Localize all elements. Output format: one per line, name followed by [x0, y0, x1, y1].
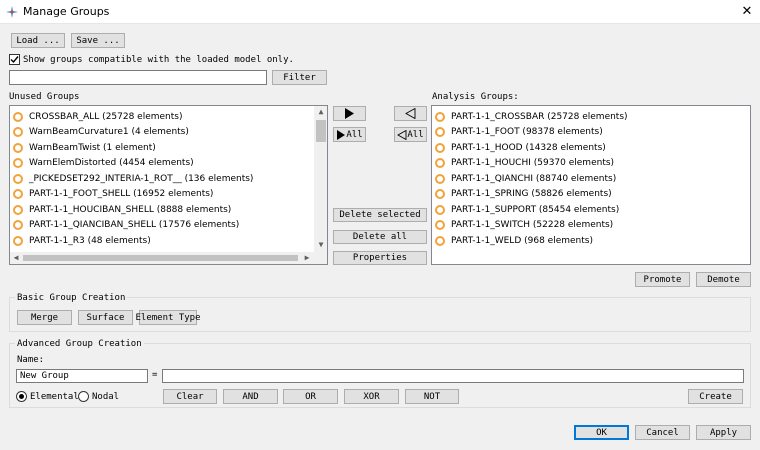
vertical-scroll-thumb[interactable] — [316, 120, 326, 142]
group-icon — [435, 204, 445, 215]
list-item[interactable]: PART-1-1_R3 (48 elements) — [13, 233, 151, 248]
unused-groups-list[interactable]: CROSSBAR_ALL (25728 elements) WarnBeamCu… — [9, 105, 328, 265]
scroll-left-icon[interactable]: ◀ — [11, 253, 21, 263]
group-icon — [13, 204, 23, 215]
title-bar — [0, 0, 760, 24]
group-icon — [13, 126, 23, 137]
load-button[interactable]: Load ... — [11, 33, 65, 48]
compatible-checkbox-label: Show groups compatible with the loaded m… — [23, 55, 294, 65]
list-item[interactable]: PART-1-1_QIANCIBAN_SHELL (17576 elements… — [13, 217, 239, 232]
group-icon — [13, 235, 23, 246]
nodal-radio[interactable] — [78, 391, 89, 402]
not-button[interactable]: NOT — [405, 389, 459, 404]
xor-button[interactable]: XOR — [344, 389, 399, 404]
group-icon — [13, 157, 23, 168]
list-item[interactable]: PART-1-1_HOOD (14328 elements) — [435, 140, 606, 155]
group-icon — [435, 111, 445, 122]
filter-input[interactable] — [9, 70, 267, 85]
save-button[interactable]: Save ... — [71, 33, 125, 48]
list-item[interactable]: WarnBeamTwist (1 element) — [13, 140, 156, 155]
list-item[interactable]: PART-1-1_SWITCH (52228 elements) — [435, 217, 613, 232]
surface-button[interactable]: Surface — [78, 310, 133, 325]
merge-button[interactable]: Merge — [17, 310, 72, 325]
close-icon: ✕ — [741, 4, 753, 19]
ok-button[interactable]: OK — [574, 425, 629, 440]
add-selected-button[interactable] — [333, 106, 366, 121]
remove-all-button[interactable]: All — [394, 127, 427, 142]
create-button[interactable]: Create — [688, 389, 743, 404]
list-item[interactable]: WarnElemDistorted (4454 elements) — [13, 155, 194, 170]
scroll-right-icon[interactable]: ▶ — [302, 253, 312, 263]
equals-label: = — [152, 370, 158, 380]
checkmark-icon — [10, 56, 19, 64]
delete-all-button[interactable]: Delete all — [333, 230, 427, 244]
basic-group-creation-title: Basic Group Creation — [15, 293, 128, 303]
elemental-radio[interactable] — [16, 391, 27, 402]
compatible-checkbox[interactable] — [9, 54, 20, 65]
promote-button[interactable]: Promote — [635, 272, 690, 287]
properties-button[interactable]: Properties — [333, 251, 427, 265]
filter-button[interactable]: Filter — [272, 70, 327, 85]
group-name-input[interactable]: New Group — [16, 369, 148, 383]
arrow-right-icon — [345, 108, 354, 119]
unused-groups-title: Unused Groups — [9, 92, 80, 102]
nodal-label: Nodal — [92, 392, 120, 402]
list-item[interactable]: WarnBeamCurvature1 (4 elements) — [13, 124, 189, 139]
scroll-down-icon[interactable]: ▼ — [314, 240, 327, 250]
group-icon — [435, 219, 445, 230]
advanced-group-creation-title: Advanced Group Creation — [15, 339, 144, 349]
apply-button[interactable]: Apply — [696, 425, 751, 440]
list-item[interactable]: PART-1-1_HOUCIBAN_SHELL (8888 elements) — [13, 202, 231, 217]
group-icon — [13, 219, 23, 230]
close-button[interactable]: ✕ — [736, 2, 758, 22]
element-type-button[interactable]: Element Type — [135, 310, 201, 325]
remove-selected-button[interactable] — [394, 106, 427, 121]
window-title: Manage Groups — [23, 5, 110, 18]
group-icon — [435, 235, 445, 246]
group-icon — [13, 111, 23, 122]
analysis-groups-list[interactable]: PART-1-1_CROSSBAR (25728 elements) PART-… — [431, 105, 751, 265]
group-icon — [435, 142, 445, 153]
demote-button[interactable]: Demote — [696, 272, 751, 287]
arrow-right-icon — [337, 129, 346, 140]
group-icon — [435, 188, 445, 199]
elemental-label: Elemental — [30, 392, 79, 402]
group-icon — [13, 142, 23, 153]
list-item[interactable]: PART-1-1_WELD (968 elements) — [435, 233, 593, 248]
list-item[interactable]: PART-1-1_SPRING (58826 elements) — [435, 186, 612, 201]
list-item[interactable]: PART-1-1_FOOT_SHELL (16952 elements) — [13, 186, 213, 201]
group-icon — [13, 173, 23, 184]
horizontal-scrollbar[interactable]: ◀ ▶ — [10, 252, 327, 264]
group-icon — [13, 188, 23, 199]
scroll-up-icon[interactable]: ▲ — [314, 107, 327, 117]
delete-selected-button[interactable]: Delete selected — [333, 208, 427, 222]
name-label: Name: — [17, 355, 45, 365]
cancel-button[interactable]: Cancel — [635, 425, 690, 440]
add-all-button[interactable]: All — [333, 127, 366, 142]
list-item[interactable]: CROSSBAR_ALL (25728 elements) — [13, 109, 183, 124]
group-icon — [435, 157, 445, 168]
group-icon — [435, 173, 445, 184]
list-item[interactable]: PART-1-1_QIANCHI (88740 elements) — [435, 171, 616, 186]
clear-button[interactable]: Clear — [163, 389, 217, 404]
vertical-scrollbar[interactable]: ▲ ▼ — [314, 106, 327, 252]
analysis-groups-title: Analysis Groups: — [432, 92, 519, 102]
list-item[interactable]: PART-1-1_SUPPORT (85454 elements) — [435, 202, 619, 217]
and-button[interactable]: AND — [223, 389, 278, 404]
abaqus-icon — [6, 6, 18, 18]
expression-input[interactable] — [162, 369, 744, 383]
list-item[interactable]: _PICKEDSET292_INTERIA-1_ROT__ (136 eleme… — [13, 171, 253, 186]
horizontal-scroll-thumb[interactable] — [23, 255, 298, 261]
arrow-left-icon — [397, 129, 407, 140]
list-item[interactable]: PART-1-1_HOUCHI (59370 elements) — [435, 155, 614, 170]
arrow-left-icon — [405, 108, 416, 119]
or-button[interactable]: OR — [283, 389, 338, 404]
group-icon — [435, 126, 445, 137]
list-item[interactable]: PART-1-1_CROSSBAR (25728 elements) — [435, 109, 628, 124]
list-item[interactable]: PART-1-1_FOOT (98378 elements) — [435, 124, 603, 139]
